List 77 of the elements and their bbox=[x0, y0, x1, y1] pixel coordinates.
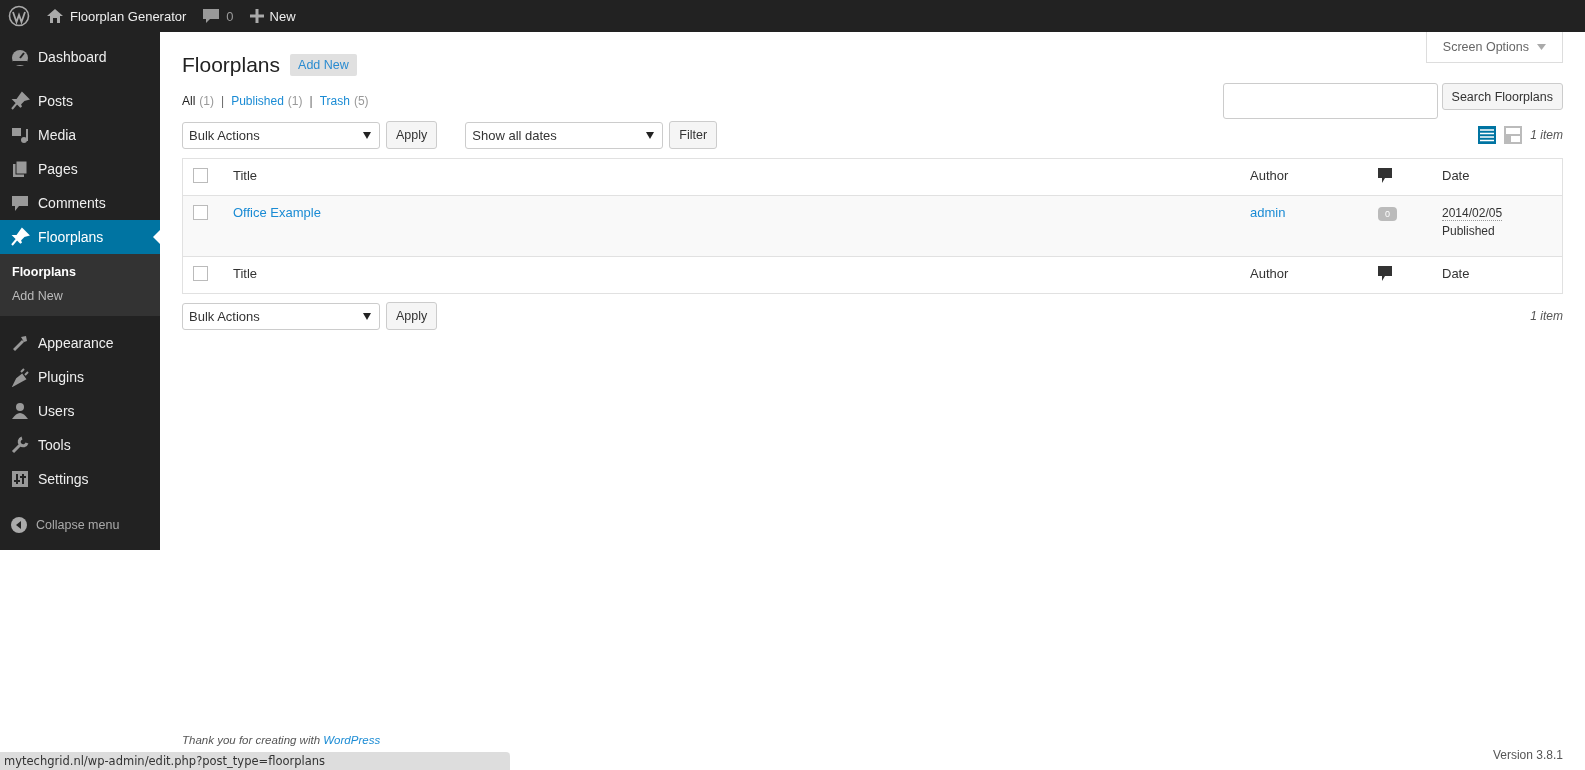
bulk-actions-dropdown[interactable]: Bulk Actions bbox=[182, 302, 380, 330]
pin-icon bbox=[10, 91, 30, 111]
menu-item[interactable]: Plugins bbox=[0, 360, 160, 394]
site-name[interactable]: Floorplan Generator bbox=[70, 8, 187, 24]
view-separator: | bbox=[309, 94, 313, 108]
collapse-menu[interactable]: Collapse menu bbox=[0, 506, 160, 544]
column-header[interactable]: Title bbox=[225, 158, 1242, 196]
submenu-item[interactable]: Floorplans bbox=[0, 260, 160, 284]
dropdown-arrow-icon bbox=[363, 131, 371, 139]
date-filter-dropdown[interactable]: Show all dates bbox=[465, 121, 664, 149]
view-link[interactable]: Trash bbox=[319, 94, 350, 108]
wordpress-link[interactable]: WordPress bbox=[323, 734, 381, 746]
collapse-icon bbox=[10, 516, 28, 534]
wrench-icon bbox=[10, 435, 30, 455]
page-title: Floorplans bbox=[182, 53, 281, 77]
view-separator: | bbox=[221, 94, 225, 108]
menu-item[interactable]: Comments bbox=[0, 186, 160, 220]
excerpt-view-icon[interactable] bbox=[1504, 126, 1523, 144]
pages-icon bbox=[10, 159, 30, 179]
checkbox[interactable] bbox=[193, 266, 208, 281]
column-header: Date bbox=[1434, 158, 1563, 196]
comment-count[interactable]: 0 bbox=[226, 8, 234, 24]
status-url-bar: mytechgrid.nl/wp-admin/edit.php?post_type=floorplans bbox=[0, 752, 510, 770]
dropdown-arrow-icon bbox=[646, 131, 655, 139]
bulk-actions-dropdown[interactable]: Bulk Actions bbox=[182, 121, 380, 149]
menu-item[interactable]: Users bbox=[0, 394, 160, 428]
post-date: 2014/02/05 bbox=[1442, 206, 1503, 221]
comment-icon bbox=[10, 193, 30, 213]
column-header: Date bbox=[1434, 256, 1563, 294]
column-header[interactable]: Title bbox=[225, 256, 1242, 294]
view-count: (5) bbox=[353, 94, 369, 108]
footer-thanks: Thank you for creating with WordPress bbox=[182, 734, 381, 746]
post-title-link[interactable]: Office Example bbox=[233, 205, 321, 220]
view-count: (1) bbox=[199, 94, 214, 108]
comment-icon bbox=[202, 7, 221, 25]
dropdown-arrow-icon bbox=[363, 312, 371, 320]
checkbox[interactable] bbox=[193, 168, 208, 183]
home-icon bbox=[46, 8, 64, 24]
comments-column-icon bbox=[1378, 266, 1392, 281]
filter-button[interactable]: Filter bbox=[669, 121, 718, 149]
view-count: (1) bbox=[287, 94, 303, 108]
checkbox[interactable] bbox=[193, 205, 208, 220]
apply-button[interactable]: Apply bbox=[386, 302, 438, 330]
new-link[interactable]: New bbox=[269, 8, 296, 24]
media-icon bbox=[10, 125, 30, 145]
plugin-icon bbox=[10, 367, 30, 387]
column-header[interactable]: Author bbox=[1242, 158, 1370, 196]
column-header[interactable]: Author bbox=[1242, 256, 1370, 294]
menu-item[interactable]: Pages bbox=[0, 152, 160, 186]
menu-item[interactable]: Settings bbox=[0, 462, 160, 496]
dropdown-arrow-icon bbox=[1537, 44, 1546, 50]
plus-icon bbox=[249, 9, 264, 23]
list-view-icon[interactable] bbox=[1478, 126, 1497, 144]
view-link[interactable]: All bbox=[182, 94, 196, 108]
item-count: 1 item bbox=[1530, 128, 1563, 142]
settings-icon bbox=[10, 469, 30, 489]
post-status: Published bbox=[1442, 224, 1496, 238]
screen-options-tab[interactable]: Screen Options bbox=[1425, 32, 1563, 63]
search-field[interactable] bbox=[1222, 83, 1438, 119]
menu-item[interactable]: Dashboard bbox=[0, 40, 160, 74]
menu-item[interactable]: Floorplans bbox=[0, 220, 160, 254]
search-button[interactable]: Search Floorplans bbox=[1441, 83, 1563, 110]
apply-button[interactable]: Apply bbox=[386, 121, 438, 149]
dashboard-icon bbox=[10, 47, 30, 67]
view-link[interactable]: Published bbox=[231, 94, 284, 108]
menu-item[interactable]: Tools bbox=[0, 428, 160, 462]
comments-column-icon bbox=[1378, 168, 1392, 183]
item-count: 1 item bbox=[1530, 309, 1563, 323]
version-text: Version 3.8.1 bbox=[1492, 748, 1563, 762]
submenu-item[interactable]: Add New bbox=[0, 284, 160, 308]
menu-item[interactable]: Appearance bbox=[0, 326, 160, 360]
user-icon bbox=[10, 401, 30, 421]
author-link[interactable]: admin bbox=[1250, 205, 1286, 220]
wordpress-logo[interactable] bbox=[8, 5, 30, 27]
menu-item[interactable]: Posts bbox=[0, 84, 160, 118]
pin-icon bbox=[10, 227, 30, 247]
menu-item[interactable]: Media bbox=[0, 118, 160, 152]
